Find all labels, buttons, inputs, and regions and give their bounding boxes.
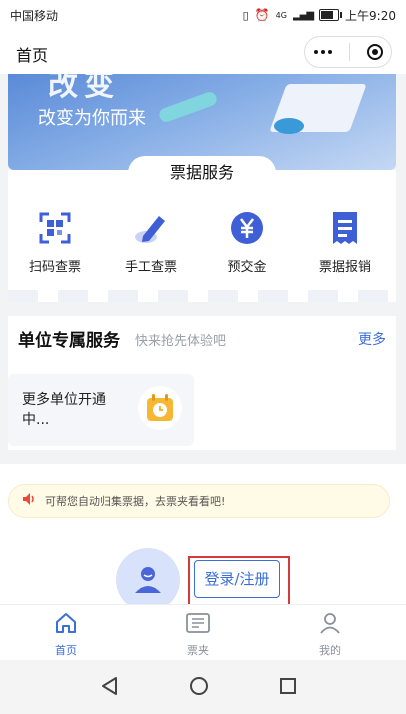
scan-icon [35,208,75,248]
capsule-divider [348,43,350,61]
login-section: 可帮您自动归集票据，去票夹看看吧! 登录/注册 [0,464,406,612]
banner-decoration [157,90,219,124]
unit-service-subtitle: 快来抢先体验吧 [135,334,227,349]
recent-apps-icon[interactable] [276,674,300,698]
login-register-button[interactable]: 登录/注册 [194,560,280,598]
service-label: 手工查票 [124,260,177,275]
carrier-label: 中国移动 [10,8,59,23]
home-circle-icon[interactable] [187,674,211,698]
tab-label: 我的 [319,644,341,657]
pen-icon [131,208,171,248]
tab-home[interactable]: 首页 [26,611,106,658]
tab-mine[interactable]: 我的 [290,611,370,658]
service-label: 票据报销 [318,260,371,275]
clock-time: 上午9:20 [345,8,396,23]
miniprogram-capsule [304,36,392,68]
vibrate-icon: ▯ [242,8,249,22]
service-scan[interactable]: 扫码查票 [10,208,100,275]
person-icon [320,613,340,634]
unit-coming-card[interactable]: 更多单位开通中... [8,374,194,446]
coin-illustration [274,118,304,134]
unit-service-card: 单位专属服务 快来抢先体验吧 更多 更多单位开通中... [8,316,396,450]
status-bar: 中国移动 ▯ ⏰ 4G ▂▄▆ 上午9:20 [0,0,406,30]
unit-service-title: 单位专属服务 [18,331,120,351]
calendar-icon [138,386,182,430]
notice-bar[interactable]: 可帮您自动归集票据，去票夹看看吧! [8,484,390,518]
notice-text: 可帮您自动归集票据，去票夹看看吧! [45,495,226,508]
page-title: 首页 [16,46,49,65]
service-prepay[interactable]: 预交金 [202,208,292,275]
unit-coming-text: 更多单位开通中... [22,392,106,428]
tab-bar: 首页 票夹 我的 [0,604,406,661]
back-icon[interactable] [98,674,122,698]
more-dots-icon[interactable] [313,50,332,54]
service-label: 扫码查票 [28,260,81,275]
ticket-service-title: 票据服务 [128,156,276,190]
battery-icon [319,9,343,21]
user-avatar-icon [116,548,180,612]
tab-tickets[interactable]: 票夹 [158,611,238,658]
ticket-service-card: 票据服务 扫码查票 手工查票 预交金 票据报销 [8,156,396,302]
tab-label: 票夹 [187,644,209,657]
alarm-icon: ⏰ [254,8,270,22]
banner-subtitle: 改变为你而来 [38,108,146,129]
home-icon [56,613,76,633]
close-target-icon[interactable] [366,44,383,60]
speaker-icon [21,491,37,511]
service-manual[interactable]: 手工查票 [106,208,196,275]
service-reimburse[interactable]: 票据报销 [300,208,390,275]
banner-headline: 改变 [48,74,120,103]
ticket-folder-icon [186,613,210,633]
tab-label: 首页 [55,644,77,657]
network-label: 4G [275,10,287,20]
signal-icon: ▂▄▆ [292,9,314,21]
system-nav-bar [0,660,406,714]
yuan-icon [227,208,267,248]
service-label: 预交金 [227,260,267,275]
card-decoration [8,290,396,302]
nav-bar: 首页 [0,30,406,74]
more-link[interactable]: 更多 [358,329,386,349]
receipt-icon [325,208,365,248]
status-icons: ▯ ⏰ 4G ▂▄▆ 上午9:20 [243,7,396,24]
